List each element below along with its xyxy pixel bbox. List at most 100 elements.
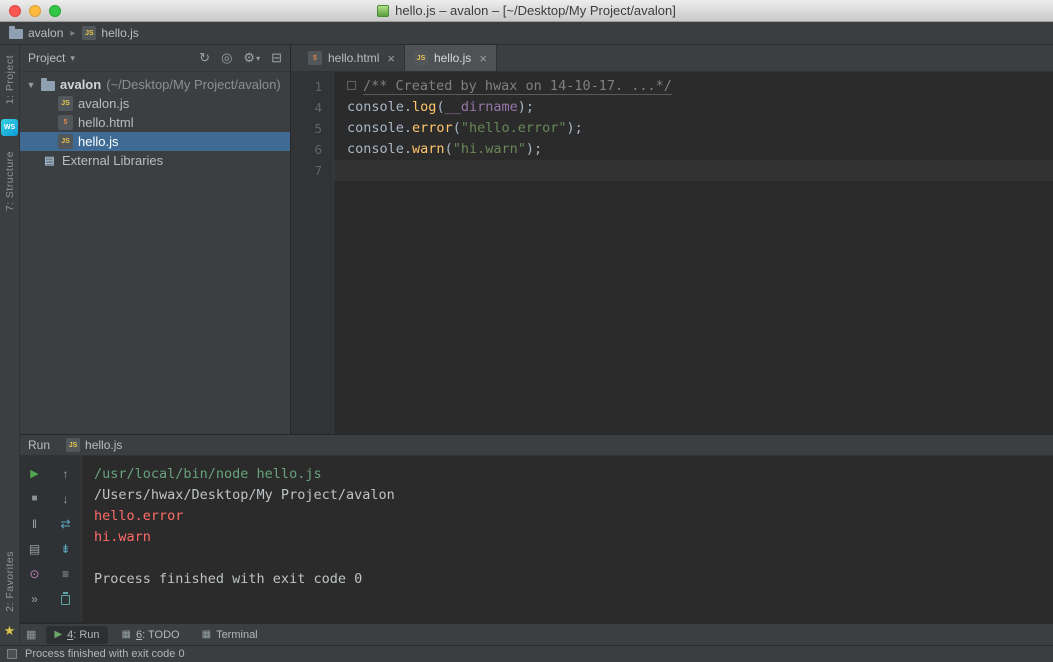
js-file-icon: JS: [58, 96, 73, 111]
tab-label: hello.js: [433, 51, 472, 65]
stripe-bottom-group: 2: Favorites ★: [4, 551, 16, 637]
tree-item-external-libraries[interactable]: ▤ External Libraries: [20, 151, 290, 170]
macos-titlebar: hello.js – avalon – [~/Desktop/My Projec…: [0, 0, 1053, 22]
project-tool-window: Project ▾ ↻ ◎ ⚙ ▾ ⊟ ▼ avalon (~/Desktop/My …: [20, 45, 291, 434]
tree-item-hello-html[interactable]: 5 hello.html: [20, 113, 290, 132]
code-line-7-current: 7: [291, 160, 1053, 181]
tool-button-structure[interactable]: 7: Structure: [4, 151, 16, 211]
webstorm-logo-icon: WS: [1, 119, 18, 137]
pause-output-button[interactable]: ‖: [24, 513, 46, 534]
js-file-icon: JS: [66, 438, 81, 452]
js-file-icon: JS: [58, 134, 73, 149]
stop-button[interactable]: ■: [24, 488, 46, 509]
expand-arrow-icon[interactable]: ▼: [26, 80, 36, 90]
settings-gear-icon[interactable]: ⚙ ▾: [243, 50, 260, 66]
console-stdout-line: /Users/hwax/Desktop/My Project/avalon: [94, 487, 395, 503]
tree-root-path: (~/Desktop/My Project/avalon): [106, 77, 281, 92]
hide-panel-icon[interactable]: ⊟: [271, 50, 282, 66]
line-number: 5: [314, 121, 322, 136]
folded-comment[interactable]: /** Created by hwax on 14-10-17. ...*/: [363, 78, 672, 95]
console-output[interactable]: /usr/local/bin/node hello.js /Users/hwax…: [82, 456, 1053, 622]
ide-window: hello.js – avalon – [~/Desktop/My Projec…: [0, 0, 1053, 662]
breadcrumb-separator-icon: ▸: [70, 27, 76, 39]
close-tab-icon[interactable]: ×: [387, 51, 395, 66]
tree-root-name: avalon: [60, 77, 102, 92]
project-panel-title[interactable]: Project: [28, 51, 65, 65]
print-button[interactable]: ≡: [55, 563, 77, 584]
status-indicator-icon[interactable]: [7, 649, 17, 659]
scroll-from-source-icon[interactable]: ◎: [221, 50, 232, 66]
chevron-down-icon[interactable]: ▾: [70, 53, 75, 64]
soft-wrap-button[interactable]: ⇄: [55, 513, 77, 534]
console-command-line: /usr/local/bin/node hello.js: [94, 466, 322, 482]
tree-item-root-avalon[interactable]: ▼ avalon (~/Desktop/My Project/avalon): [20, 75, 290, 94]
fold-marker-icon[interactable]: [347, 81, 356, 90]
tab-hello-html[interactable]: 5 hello.html ×: [299, 45, 405, 71]
close-window-button[interactable]: [9, 5, 21, 17]
tool-button-favorites[interactable]: 2: Favorites: [4, 551, 16, 612]
up-stack-trace-button[interactable]: ↑: [55, 463, 77, 484]
tool-tab-todo[interactable]: ▦ 6: TODO: [114, 626, 188, 644]
js-file-icon: JS: [82, 26, 97, 40]
clear-all-button[interactable]: [55, 588, 77, 609]
window-controls: [9, 5, 61, 17]
scroll-to-end-button[interactable]: ⇟: [55, 538, 77, 559]
navigation-bar: avalon ▸ JS hello.js: [0, 22, 1053, 45]
js-file-icon: JS: [413, 51, 428, 65]
minimize-window-button[interactable]: [29, 5, 41, 17]
favorites-star-icon[interactable]: ★: [4, 624, 16, 637]
main-content: Project ▾ ↻ ◎ ⚙ ▾ ⊟ ▼ avalon (~/Desktop/My …: [20, 45, 1053, 434]
down-stack-trace-button[interactable]: ↓: [55, 488, 77, 509]
run-tool-window: Run JS hello.js ▶ ■ ‖ ▤ ⊙ » ↑ ↓ ⇄ ⇟ ≡ /u…: [20, 434, 1053, 623]
line-number: 6: [314, 142, 322, 157]
restore-layout-button[interactable]: ▤: [24, 538, 46, 559]
run-tab-hello-js[interactable]: JS hello.js: [66, 438, 122, 452]
tool-tab-run[interactable]: ▶ 4: Run: [46, 625, 108, 644]
code-editor[interactable]: 1/** Created by hwax on 14-10-17. ...*/ …: [291, 72, 1053, 434]
html-file-icon: 5: [58, 115, 73, 130]
run-tab-label: hello.js: [85, 438, 123, 452]
tree-item-label: hello.js: [78, 134, 119, 149]
tree-item-label: avalon.js: [78, 96, 130, 111]
editor-tab-bar: 5 hello.html × JS hello.js ×: [291, 45, 1053, 72]
todo-tool-icon: ▦: [121, 629, 131, 640]
console-exit-line: Process finished with exit code 0: [94, 571, 363, 587]
line-number: 7: [314, 163, 322, 178]
editor-area: 5 hello.html × JS hello.js × 1 /** Created by…: [291, 45, 1053, 434]
library-icon: ▤: [44, 155, 55, 167]
window-title-area: hello.js – avalon – [~/Desktop/My Projec…: [0, 3, 1053, 18]
rerun-button[interactable]: ▶: [24, 463, 46, 484]
run-panel-title: Run: [28, 438, 51, 452]
breadcrumb-file[interactable]: JS hello.js: [82, 26, 139, 40]
titlebar-file-icon: [377, 4, 390, 17]
console-gutter-column: ↑ ↓ ⇄ ⇟ ≡: [51, 463, 80, 622]
breadcrumb-project[interactable]: avalon: [9, 26, 63, 40]
close-tab-icon[interactable]: ×: [479, 51, 487, 66]
folder-icon: [9, 26, 23, 39]
code-line-4: 4 console.log(__dirname);: [291, 97, 1053, 118]
run-tool-icon: ▶: [54, 629, 63, 640]
tree-item-hello-js[interactable]: JS hello.js: [20, 132, 290, 151]
pin-tab-button[interactable]: ⊙: [24, 563, 46, 584]
code-line-1: 1 /** Created by hwax on 14-10-17. ...*/: [291, 76, 1053, 97]
more-options-button[interactable]: »: [24, 588, 46, 609]
project-panel-toolbar: ↻ ◎ ⚙ ▾ ⊟: [199, 50, 282, 66]
line-number: 1: [314, 79, 322, 94]
run-panel-body: ▶ ■ ‖ ▤ ⊙ » ↑ ↓ ⇄ ⇟ ≡ /usr/local/bin/nod: [20, 456, 1053, 622]
tool-tab-terminal[interactable]: ▦ Terminal: [194, 626, 266, 644]
run-panel-header: Run JS hello.js: [20, 434, 1053, 456]
run-toolbar: ▶ ■ ‖ ▤ ⊙ » ↑ ↓ ⇄ ⇟ ≡: [20, 456, 82, 622]
project-tree: ▼ avalon (~/Desktop/My Project/avalon) JS a…: [20, 72, 290, 434]
run-toolbar-left-column: ▶ ■ ‖ ▤ ⊙ »: [20, 463, 49, 622]
tab-label: hello.html: [328, 51, 380, 65]
tree-item-avalon-js[interactable]: JS avalon.js: [20, 94, 290, 113]
tool-window-switcher-icon[interactable]: ▦: [26, 628, 36, 641]
html-file-icon: 5: [308, 51, 322, 65]
tool-button-project[interactable]: 1: Project: [4, 55, 16, 104]
tab-hello-js[interactable]: JS hello.js ×: [404, 45, 497, 71]
chevron-down-icon: ▾: [256, 53, 261, 63]
zoom-window-button[interactable]: [49, 5, 61, 17]
status-message: Process finished with exit code 0: [25, 648, 185, 660]
sync-icon[interactable]: ↻: [199, 50, 210, 66]
